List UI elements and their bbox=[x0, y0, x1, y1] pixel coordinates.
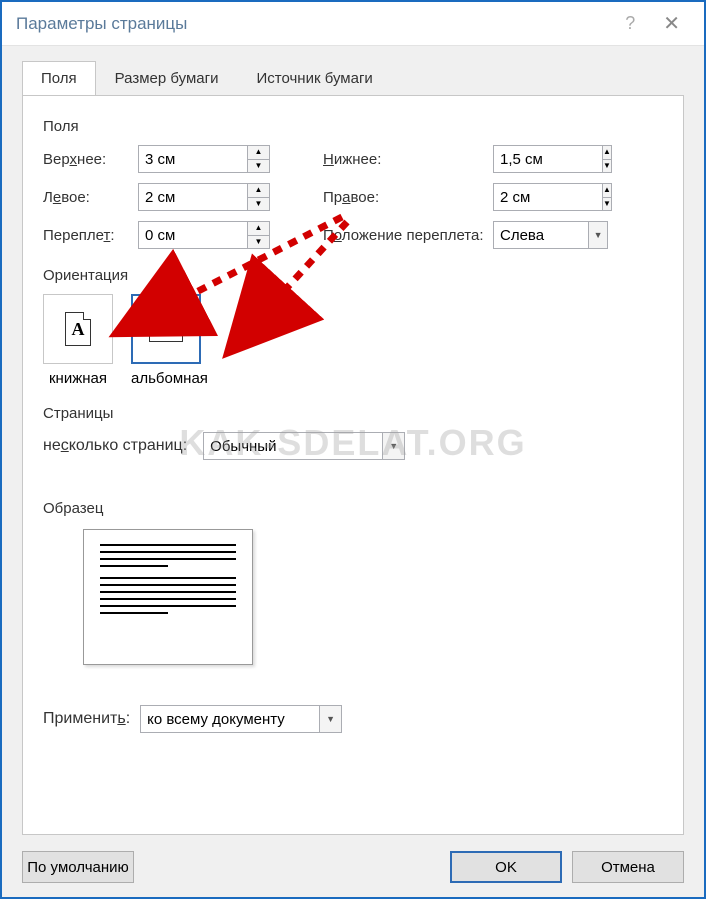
ok-button[interactable]: OK bbox=[450, 851, 562, 883]
top-margin-field[interactable] bbox=[138, 145, 248, 173]
top-margin-input[interactable]: ▲▼ bbox=[138, 145, 273, 173]
gutter-pos-select[interactable]: Слева ▼ bbox=[493, 221, 608, 249]
right-margin-field[interactable] bbox=[493, 183, 603, 211]
spin-up-icon[interactable]: ▲ bbox=[248, 146, 269, 160]
right-margin-input[interactable]: ▲▼ bbox=[493, 183, 608, 211]
apply-label: Применить: bbox=[43, 710, 130, 728]
chevron-down-icon[interactable]: ▼ bbox=[589, 221, 608, 249]
tab-panel: Поля Верхнее: ▲▼ Нижнее: ▲▼ Левое: ▲▼ bbox=[22, 95, 684, 835]
chevron-down-icon[interactable]: ▼ bbox=[383, 432, 405, 460]
spin-up-icon[interactable]: ▲ bbox=[248, 222, 269, 236]
multi-pages-value: Обычный bbox=[203, 432, 383, 460]
gutter-input[interactable]: ▲▼ bbox=[138, 221, 273, 249]
spin-up-icon[interactable]: ▲ bbox=[603, 184, 611, 198]
gutter-field[interactable] bbox=[138, 221, 248, 249]
apply-select[interactable]: ко всему документу ▼ bbox=[140, 705, 342, 733]
orientation-group-label: Ориентация bbox=[43, 267, 663, 284]
landscape-page-icon: A bbox=[149, 316, 183, 342]
orientation-portrait[interactable]: A книжная bbox=[43, 294, 113, 387]
left-margin-label: Левое: bbox=[43, 189, 138, 206]
landscape-label: альбомная bbox=[131, 370, 208, 387]
multi-pages-label: несколько страниц: bbox=[43, 437, 187, 455]
default-button[interactable]: По умолчанию bbox=[22, 851, 134, 883]
dialog-footer: По умолчанию OK Отмена bbox=[2, 837, 704, 897]
tab-strip: Поля Размер бумаги Источник бумаги bbox=[22, 61, 684, 96]
close-icon[interactable]: ✕ bbox=[653, 11, 690, 36]
orientation-landscape[interactable]: A альбомная bbox=[131, 294, 208, 387]
portrait-page-icon: A bbox=[65, 312, 91, 346]
spin-down-icon[interactable]: ▼ bbox=[248, 160, 269, 173]
spin-down-icon[interactable]: ▼ bbox=[248, 198, 269, 211]
tab-margins[interactable]: Поля bbox=[22, 61, 96, 96]
spin-down-icon[interactable]: ▼ bbox=[603, 198, 611, 211]
help-icon[interactable]: ? bbox=[607, 13, 653, 34]
titlebar: Параметры страницы ? ✕ bbox=[2, 2, 704, 46]
gutter-pos-label: Положение переплета: bbox=[323, 227, 493, 244]
multi-pages-select[interactable]: Обычный ▼ bbox=[203, 432, 405, 460]
margins-group-label: Поля bbox=[43, 118, 663, 135]
spin-up-icon[interactable]: ▲ bbox=[603, 146, 611, 160]
cancel-button[interactable]: Отмена bbox=[572, 851, 684, 883]
pages-group-label: Страницы bbox=[43, 405, 663, 422]
gutter-label: Переплет: bbox=[43, 227, 138, 244]
left-margin-input[interactable]: ▲▼ bbox=[138, 183, 273, 211]
bottom-margin-field[interactable] bbox=[493, 145, 603, 173]
preview-thumbnail bbox=[83, 529, 253, 665]
spin-down-icon[interactable]: ▼ bbox=[603, 160, 611, 173]
bottom-margin-label: Нижнее: bbox=[323, 151, 493, 168]
spin-down-icon[interactable]: ▼ bbox=[248, 236, 269, 249]
left-margin-field[interactable] bbox=[138, 183, 248, 211]
page-setup-dialog: Параметры страницы ? ✕ Поля Размер бумаг… bbox=[0, 0, 706, 899]
right-margin-label: Правое: bbox=[323, 189, 493, 206]
tab-paper-source[interactable]: Источник бумаги bbox=[238, 61, 392, 96]
window-title: Параметры страницы bbox=[16, 14, 607, 34]
tab-paper-size[interactable]: Размер бумаги bbox=[96, 61, 238, 96]
bottom-margin-input[interactable]: ▲▼ bbox=[493, 145, 608, 173]
orientation-row: A книжная A альбомная bbox=[43, 294, 663, 387]
spin-up-icon[interactable]: ▲ bbox=[248, 184, 269, 198]
preview-group-label: Образец bbox=[43, 500, 663, 517]
apply-value: ко всему документу bbox=[140, 705, 320, 733]
apply-row: Применить: ко всему документу ▼ bbox=[43, 705, 663, 733]
gutter-pos-value: Слева bbox=[493, 221, 589, 249]
portrait-label: книжная bbox=[49, 370, 107, 387]
chevron-down-icon[interactable]: ▼ bbox=[320, 705, 342, 733]
margins-grid: Верхнее: ▲▼ Нижнее: ▲▼ Левое: ▲▼ bbox=[43, 145, 663, 249]
top-margin-label: Верхнее: bbox=[43, 151, 138, 168]
dialog-body: Поля Размер бумаги Источник бумаги Поля … bbox=[2, 46, 704, 837]
pages-row: несколько страниц: Обычный ▼ bbox=[43, 432, 663, 460]
